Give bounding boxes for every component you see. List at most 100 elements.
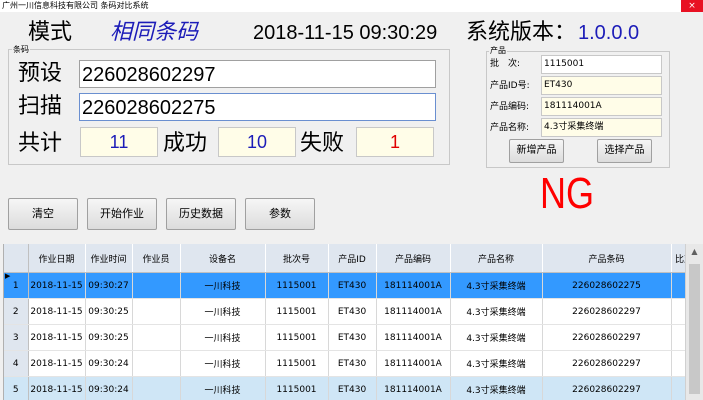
close-icon[interactable]: × xyxy=(681,0,703,12)
select-product-button[interactable]: 选择产品 xyxy=(597,139,652,163)
row-number[interactable]: 3 xyxy=(4,324,29,351)
table-cell[interactable]: NG xyxy=(671,272,686,299)
table-cell[interactable]: 一川科技 xyxy=(180,324,266,351)
fail-count: 1 xyxy=(356,127,434,157)
records-grid[interactable]: 作业日期 作业时间 作业员 设备名 批次号 产品ID 产品编码 产品名称 产品条… xyxy=(3,244,686,400)
product-id-field: ET430 xyxy=(541,76,662,95)
table-cell[interactable]: OK xyxy=(671,376,686,400)
col-header[interactable]: 设备名 xyxy=(180,244,266,273)
scan-barcode-input[interactable]: 226028602275 xyxy=(79,93,436,121)
row-number[interactable]: 2 xyxy=(4,298,29,325)
table-cell[interactable]: 2018-11-15 xyxy=(28,272,86,299)
table-cell[interactable]: 一川科技 xyxy=(180,272,266,299)
table-row[interactable]: 4 2018-11-15 09:30:24 一川科技 1115001 ET430 18111… xyxy=(4,350,686,377)
col-header[interactable]: 批次号 xyxy=(265,244,329,273)
table-row[interactable]: 5 2018-11-15 09:30:24 一川科技 1115001 ET430 18111… xyxy=(4,376,686,400)
table-cell[interactable]: OK xyxy=(671,324,686,351)
product-id-label: 产品ID号: xyxy=(490,81,530,91)
table-cell[interactable]: 181114001A xyxy=(376,350,451,377)
preset-barcode-field[interactable]: 226028602297 xyxy=(79,60,436,88)
col-header[interactable]: 作业时间 xyxy=(85,244,133,273)
table-cell[interactable]: 181114001A xyxy=(376,298,451,325)
table-cell[interactable]: 1115001 xyxy=(265,272,329,299)
table-cell[interactable]: OK xyxy=(671,350,686,377)
col-header[interactable]: 产品ID xyxy=(328,244,377,273)
version-value: 1.0.0.0 xyxy=(578,22,640,44)
table-cell[interactable]: 一川科技 xyxy=(180,350,266,377)
table-cell[interactable]: 一川科技 xyxy=(180,298,266,325)
table-cell[interactable]: 4.3寸采集终端 xyxy=(450,324,543,351)
table-cell[interactable]: 226028602297 xyxy=(542,350,672,377)
row-number[interactable]: 5 xyxy=(4,376,29,400)
fail-label: 失败 xyxy=(300,131,345,156)
table-cell[interactable]: 1115001 xyxy=(265,350,329,377)
table-cell[interactable]: 09:30:25 xyxy=(85,298,133,325)
table-cell[interactable]: 2018-11-15 xyxy=(28,298,86,325)
grid-header-row: 作业日期 作业时间 作业员 设备名 批次号 产品ID 产品编码 产品名称 产品条… xyxy=(4,244,686,273)
col-header[interactable]: 产品条码 xyxy=(542,244,672,273)
table-cell[interactable]: 226028602297 xyxy=(542,324,672,351)
row-number[interactable]: 4 xyxy=(4,350,29,377)
table-cell[interactable]: 181114001A xyxy=(376,376,451,400)
table-cell[interactable]: 2018-11-15 xyxy=(28,324,86,351)
table-cell[interactable]: 1115001 xyxy=(265,376,329,400)
table-cell[interactable]: 09:30:27 xyxy=(85,272,133,299)
new-product-button[interactable]: 新增产品 xyxy=(509,139,564,163)
table-cell[interactable] xyxy=(132,298,181,325)
product-code-label: 产品编码: xyxy=(490,102,530,112)
table-cell[interactable]: ET430 xyxy=(328,376,377,400)
table-cell[interactable]: 4.3寸采集终端 xyxy=(450,376,543,400)
col-header[interactable]: 比对结果 xyxy=(671,244,686,273)
table-cell[interactable]: 09:30:24 xyxy=(85,350,133,377)
table-row[interactable]: 1 ▶ 2018-11-15 09:30:27 一川科技 1115001 ET430 1811… xyxy=(4,272,686,299)
table-cell[interactable]: 09:30:24 xyxy=(85,376,133,400)
table-cell[interactable] xyxy=(132,324,181,351)
version-label: 系统版本： xyxy=(466,20,577,45)
table-cell[interactable]: 226028602275 xyxy=(542,272,672,299)
table-cell[interactable]: OK xyxy=(671,298,686,325)
preset-label: 预设 xyxy=(18,61,63,86)
table-cell[interactable]: 2018-11-15 xyxy=(28,376,86,400)
table-cell[interactable]: 4.3寸采集终端 xyxy=(450,272,543,299)
window-title: 广州一川信息科技有限公司 条码对比系统 xyxy=(2,1,149,10)
table-cell[interactable]: 4.3寸采集终端 xyxy=(450,350,543,377)
col-header[interactable]: 作业日期 xyxy=(28,244,86,273)
table-cell[interactable]: 226028602297 xyxy=(542,376,672,400)
params-button[interactable]: 参数 xyxy=(245,198,315,230)
table-cell[interactable]: 181114001A xyxy=(376,272,451,299)
table-cell[interactable]: 181114001A xyxy=(376,324,451,351)
start-job-button[interactable]: 开始作业 xyxy=(87,198,157,230)
table-cell[interactable]: ET430 xyxy=(328,324,377,351)
table-row[interactable]: 3 2018-11-15 09:30:25 一川科技 1115001 ET430 18111… xyxy=(4,324,686,351)
table-cell[interactable]: 一川科技 xyxy=(180,376,266,400)
current-row-icon: ▶ xyxy=(5,272,11,281)
table-cell[interactable]: 226028602297 xyxy=(542,298,672,325)
table-cell[interactable]: 2018-11-15 xyxy=(28,350,86,377)
table-cell[interactable]: ET430 xyxy=(328,298,377,325)
grid-vertical-scrollbar[interactable]: ▲ xyxy=(685,244,703,400)
success-label: 成功 xyxy=(163,131,208,156)
mode-label: 模式 xyxy=(28,20,73,45)
scroll-thumb[interactable] xyxy=(689,264,700,394)
row-number[interactable]: 1 ▶ xyxy=(4,272,29,299)
table-cell[interactable]: 1115001 xyxy=(265,298,329,325)
table-cell[interactable]: 09:30:25 xyxy=(85,324,133,351)
batch-label: 批 次: xyxy=(490,59,521,69)
table-cell[interactable]: 4.3寸采集终端 xyxy=(450,298,543,325)
table-cell[interactable]: ET430 xyxy=(328,272,377,299)
table-cell[interactable] xyxy=(132,376,181,400)
table-row[interactable]: 2 2018-11-15 09:30:25 一川科技 1115001 ET430 18111… xyxy=(4,298,686,325)
col-header[interactable]: 作业员 xyxy=(132,244,181,273)
history-button[interactable]: 历史数据 xyxy=(166,198,236,230)
scroll-up-icon[interactable]: ▲ xyxy=(686,244,703,260)
col-header[interactable]: 产品编码 xyxy=(376,244,451,273)
batch-field[interactable]: 1115001 xyxy=(541,55,662,74)
col-header[interactable]: 产品名称 xyxy=(450,244,543,273)
table-cell[interactable]: ET430 xyxy=(328,350,377,377)
table-cell[interactable]: 1115001 xyxy=(265,324,329,351)
table-cell[interactable] xyxy=(132,350,181,377)
total-label: 共计 xyxy=(18,131,63,156)
clear-button[interactable]: 清空 xyxy=(8,198,78,230)
barcode-group-legend: 条码 xyxy=(12,45,30,54)
table-cell[interactable] xyxy=(132,272,181,299)
